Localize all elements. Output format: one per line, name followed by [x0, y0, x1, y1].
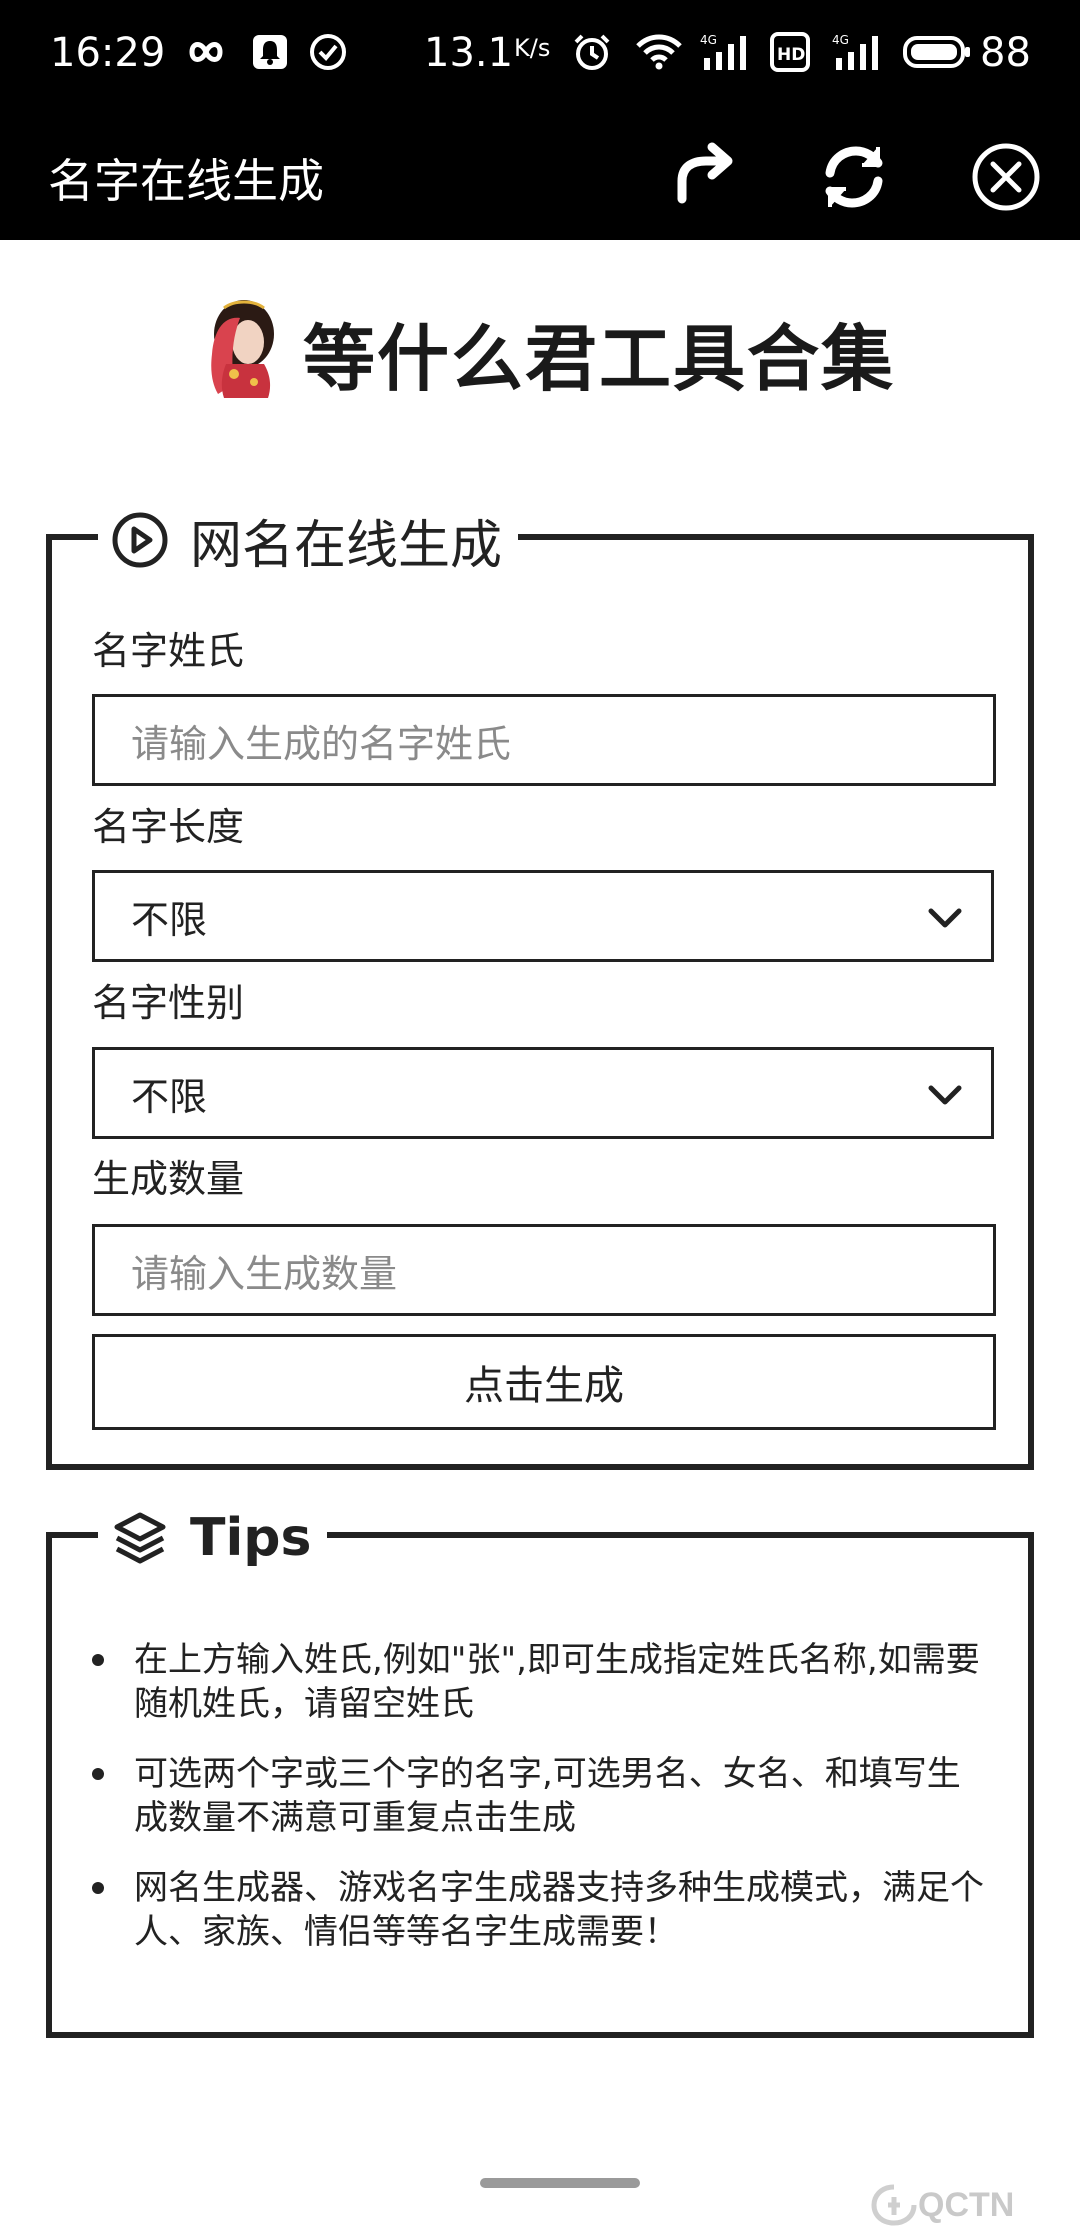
network-speed: 13.1: [424, 30, 514, 76]
chevron-down-icon: [928, 1085, 962, 1105]
generator-legend-text: 网名在线生成: [190, 515, 503, 576]
infinity-icon: [189, 42, 223, 62]
signal-4g-icon: 4G: [700, 33, 746, 70]
tip-text: 网名生成器、游戏名字生成器支持多种生成模式，满足个人、家族、情侣等等名字生成需要…: [134, 1868, 984, 1952]
site-title: 等什么君工具合集: [303, 317, 896, 401]
notification-icon: [253, 35, 287, 69]
length-select[interactable]: 不限: [92, 870, 994, 962]
status-bar: 16:29 13.1 K/s 4G HD 4G 88: [0, 0, 1080, 115]
length-select-value: 不限: [131, 897, 208, 942]
layers-icon: [110, 1508, 170, 1568]
svg-text:4G: 4G: [832, 33, 849, 47]
tips-legend: Tips: [98, 1498, 328, 1578]
avatar: [211, 300, 274, 398]
bullet: [92, 1768, 104, 1780]
close-icon: [972, 143, 1040, 211]
watermark-text: QCTN: [918, 2185, 1015, 2224]
tip-text: 可选两个字或三个字的名字,可选男名、女名、和填写生成数量不满意可重复点击生成: [134, 1754, 961, 1838]
tips-panel: Tips 在上方输入姓氏,例如"张",即可生成指定姓氏名称,如需要随机姓氏，请留…: [46, 1498, 1034, 2038]
share-icon: [677, 142, 733, 204]
refresh-icon: [825, 146, 883, 208]
play-circle-icon: [110, 510, 170, 570]
battery-icon: [903, 36, 970, 68]
status-time: 16:29: [50, 30, 166, 76]
chevron-down-icon: [928, 908, 962, 928]
alarm-icon: [574, 34, 610, 70]
signal-4g-icon: 4G: [832, 33, 878, 70]
wifi-icon: [636, 34, 682, 70]
bullet: [92, 1882, 104, 1894]
count-label: 生成数量: [92, 1157, 245, 1201]
app-toolbar: 名字在线生成: [0, 115, 1080, 240]
svg-text:HD: HD: [777, 45, 805, 65]
refresh-button[interactable]: [806, 129, 902, 225]
tips-legend-text: Tips: [190, 1508, 312, 1568]
generate-button[interactable]: 点击生成: [92, 1334, 996, 1430]
svg-text:4G: 4G: [700, 33, 717, 47]
network-speed-unit: K/s: [514, 34, 551, 62]
watermark: QCTN: [870, 2180, 1070, 2230]
length-label: 名字长度: [92, 805, 245, 849]
tip-text: 在上方输入姓氏,例如"张",即可生成指定姓氏名称,如需要随机姓氏，请留空姓氏: [134, 1640, 980, 1724]
gender-label: 名字性别: [92, 981, 245, 1025]
gender-select-value: 不限: [131, 1074, 208, 1119]
check-circle-icon: [310, 34, 346, 70]
generator-panel: 网名在线生成 名字姓氏 请输入生成的名字姓氏 名字长度 不限 名字性别 不限 生…: [46, 500, 1034, 1470]
surname-input[interactable]: 请输入生成的名字姓氏: [92, 694, 996, 786]
share-button[interactable]: [658, 129, 754, 225]
page-header: 等什么君工具合集: [0, 240, 1080, 410]
close-button[interactable]: [958, 129, 1054, 225]
surname-label: 名字姓氏: [92, 629, 245, 673]
tips-list: 在上方输入姓氏,例如"张",即可生成指定姓氏名称,如需要随机姓氏，请留空姓氏 可…: [92, 1638, 992, 1980]
tip-item: 网名生成器、游戏名字生成器支持多种生成模式，满足个人、家族、情侣等等名字生成需要…: [92, 1866, 992, 1954]
gender-select[interactable]: 不限: [92, 1047, 994, 1139]
tip-item: 在上方输入姓氏,例如"张",即可生成指定姓氏名称,如需要随机姓氏，请留空姓氏: [92, 1638, 992, 1726]
toolbar-title: 名字在线生成: [48, 154, 324, 208]
battery-level: 88: [980, 30, 1031, 76]
hd-icon: HD: [770, 32, 810, 72]
watermark-logo-icon: [871, 2184, 917, 2226]
tip-item: 可选两个字或三个字的名字,可选男名、女名、和填写生成数量不满意可重复点击生成: [92, 1752, 992, 1840]
home-indicator[interactable]: [480, 2178, 640, 2188]
count-input[interactable]: 请输入生成数量: [92, 1224, 996, 1316]
bullet: [92, 1654, 104, 1666]
generator-legend: 网名在线生成: [98, 500, 519, 580]
